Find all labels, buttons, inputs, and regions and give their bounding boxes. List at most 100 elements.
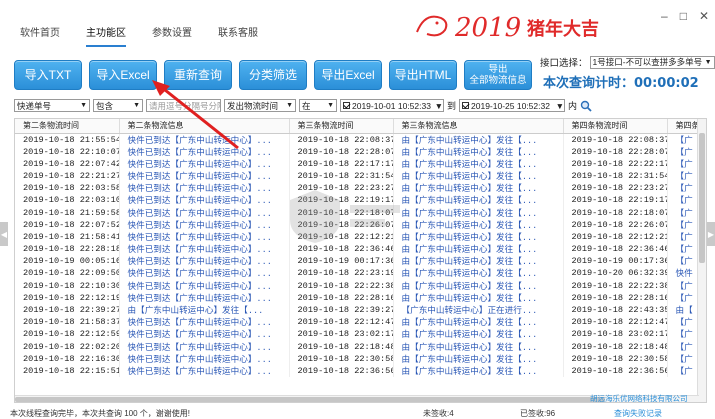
table-row[interactable]: 2019-10-18 22:16:30 快件已到达【广东中山转运中心】... 201… bbox=[15, 352, 706, 365]
maximize-button[interactable]: □ bbox=[680, 10, 687, 22]
table-cell: 快件已到达【广东中山转运中心】... bbox=[119, 352, 290, 365]
table-cell: 由【广东中山转运中心】发往【... bbox=[393, 291, 564, 304]
col-header[interactable]: 第三条物流时间 bbox=[289, 119, 394, 134]
table-row[interactable]: 2019-10-18 22:03:10 快件已到达【广东中山转运中心】... 201… bbox=[15, 194, 706, 207]
table-cell: 快件已到达【广东中山转运中心】... bbox=[119, 145, 290, 158]
chevron-down-icon: ▼ bbox=[286, 102, 293, 109]
table-cell: 由【广东中山转运中心】发往【... bbox=[393, 243, 564, 256]
table-cell: 2019-10-18 22:23:19 bbox=[289, 267, 394, 280]
window-controls: – □ ✕ bbox=[661, 10, 709, 22]
time-operator-select[interactable]: 在 ▼ bbox=[299, 99, 337, 112]
query-timer: 本次查询计时：00:00:02 bbox=[543, 72, 699, 91]
requery-button[interactable]: 重新查询 bbox=[164, 60, 232, 90]
table-cell: 快件已到达【广东中山转运中心】... bbox=[119, 230, 290, 243]
checkbox-icon[interactable] bbox=[462, 102, 470, 109]
table-cell: 2019-10-18 22:39:27 bbox=[15, 303, 120, 317]
table-row[interactable]: 2019-10-18 21:58:41 快件已到达【广东中山转运中心】... 201… bbox=[15, 230, 706, 243]
table-cell: 由【广东中山转运中心】发往【... bbox=[393, 182, 564, 195]
date-from-picker[interactable]: 2019-10-01 10:52:33 ▼ bbox=[340, 99, 444, 112]
col-header[interactable]: 第四条物流时间 bbox=[563, 119, 668, 134]
minimize-button[interactable]: – bbox=[661, 10, 668, 22]
table-row[interactable]: 2019-10-18 22:12:19 快件已到达【广东中山转运中心】... 201… bbox=[15, 291, 706, 304]
table-cell: 2019-10-18 22:16:30 bbox=[15, 352, 120, 365]
table-cell: 2019-10-18 22:12:21 bbox=[563, 230, 668, 243]
operator-select[interactable]: 包含 ▼ bbox=[93, 99, 143, 112]
table-row[interactable]: 2019-10-18 22:02:20 快件已到达【广东中山转运中心】... 201… bbox=[15, 340, 706, 353]
table-cell: 快件已到达【广东中山转运中心】... bbox=[119, 291, 290, 304]
table-row[interactable]: 2019-10-18 22:09:50 快件已到达【广东中山转运中心】... 201… bbox=[15, 267, 706, 280]
nav-support[interactable]: 联系客服 bbox=[218, 24, 258, 47]
collapse-right-arrow-icon[interactable]: ▶ bbox=[707, 222, 715, 246]
import-excel-button[interactable]: 导入Excel bbox=[89, 60, 157, 90]
field-select[interactable]: 快递单号 ▼ bbox=[14, 99, 90, 112]
time-field-select[interactable]: 发出物流时间 ▼ bbox=[224, 99, 296, 112]
nav-main-functions[interactable]: 主功能区 bbox=[86, 24, 126, 47]
table-row[interactable]: 2019-10-18 21:55:54 快件已到达【广东中山转运中心】... 201… bbox=[15, 133, 706, 146]
table-cell: 2019-10-18 22:30:58 bbox=[563, 352, 668, 365]
export-excel-button[interactable]: 导出Excel bbox=[314, 60, 382, 90]
table-cell: 2019-10-19 00:17:36 bbox=[289, 255, 394, 268]
import-txt-button[interactable]: 导入TXT bbox=[14, 60, 82, 90]
svg-text:2019: 2019 bbox=[454, 13, 521, 43]
vertical-scrollbar[interactable] bbox=[697, 119, 706, 402]
export-html-button[interactable]: 导出HTML bbox=[389, 60, 457, 90]
scroll-thumb[interactable] bbox=[15, 397, 605, 402]
chevron-down-icon: ▼ bbox=[555, 100, 565, 111]
table-row[interactable]: 2019-10-18 22:10:07 快件已到达【广东中山转运中心】... 201… bbox=[15, 145, 706, 158]
table-cell: 由【广东中山转运中心】发往【... bbox=[393, 206, 564, 219]
table-row[interactable]: 2019-10-18 22:39:27 由【广东中山转运中心】发往【... 2019… bbox=[15, 303, 706, 317]
col-header[interactable]: 第三条物流信息 bbox=[393, 119, 564, 134]
checkbox-icon[interactable] bbox=[343, 102, 350, 109]
failed-records-link[interactable]: 查询失败记录 bbox=[614, 408, 662, 419]
table-row[interactable]: 2019-10-19 00:05:16 快件已到达【广东中山转运中心】... 201… bbox=[15, 255, 706, 268]
table-header-row: 第二条物流时间 第二条物流信息 第三条物流时间 第三条物流信息 第四条物流时间 … bbox=[15, 119, 706, 134]
collapse-left-arrow-icon[interactable]: ◀ bbox=[0, 222, 8, 246]
table-cell: 2019-10-18 22:08:37 bbox=[289, 133, 394, 146]
table-cell: 由【广东中山转运中心】发往【... bbox=[393, 267, 564, 280]
search-icon[interactable] bbox=[580, 100, 592, 112]
table-row[interactable]: 2019-10-18 22:15:51 快件已到达【广东中山转运中心】... 201… bbox=[15, 364, 706, 378]
keyword-input[interactable]: 请用逗号分隔号分隔 bbox=[146, 99, 221, 112]
table-row[interactable]: 2019-10-18 21:59:58 快件已到达【广东中山转运中心】... 201… bbox=[15, 206, 706, 219]
table-cell: 2019-10-18 22:09:50 bbox=[15, 267, 120, 280]
table-row[interactable]: 2019-10-18 22:21:27 快件已到达【广东中山转运中心】... 201… bbox=[15, 169, 706, 183]
table-row[interactable]: 2019-10-18 22:28:18 快件已到达【广东中山转运中心】... 201… bbox=[15, 243, 706, 256]
table-cell: 2019-10-18 22:36:56 bbox=[563, 364, 668, 378]
company-text: 胡远海乐优网络科技有限公司 bbox=[590, 394, 688, 403]
table-cell: 快件已到达【广东中山转运中心】... bbox=[119, 218, 290, 231]
table-row[interactable]: 2019-10-18 22:03:58 快件已到达【广东中山转运中心】... 201… bbox=[15, 182, 706, 195]
col-header[interactable]: 第二条物流信息 bbox=[119, 119, 290, 134]
table-cell: 快件已到达【广东中山转运中心】... bbox=[119, 279, 290, 292]
table-row[interactable]: 2019-10-18 21:58:37 快件已到达【广东中山转运中心】... 201… bbox=[15, 316, 706, 329]
date-to-picker[interactable]: 2019-10-25 10:52:32 ▼ bbox=[459, 99, 566, 112]
table-row[interactable]: 2019-10-18 22:07:52 快件已到达【广东中山转运中心】... 201… bbox=[15, 218, 706, 231]
table-row[interactable]: 2019-10-18 22:12:59 快件已到达【广东中山转运中心】... 201… bbox=[15, 328, 706, 341]
new-year-logo: 2019 猪年大吉 bbox=[416, 13, 599, 43]
nav-settings[interactable]: 参数设置 bbox=[152, 24, 192, 47]
table-cell: 2019-10-18 22:10:30 bbox=[15, 279, 120, 292]
table-cell: 由【广东中山转运中心】发往【... bbox=[393, 352, 564, 365]
scroll-thumb[interactable] bbox=[699, 133, 705, 263]
table-cell: 由【广东中山转运中心】发往【... bbox=[393, 230, 564, 243]
table-cell: 快件已到达【广东中山转运中心】... bbox=[119, 267, 290, 280]
interface-dropdown[interactable]: 1号接口-不可以查拼多多单号 ▼ bbox=[589, 55, 715, 69]
close-button[interactable]: ✕ bbox=[699, 10, 709, 22]
table-cell: 快件已到达【广东中山转运中心】... bbox=[119, 316, 290, 329]
table-cell: 由【广东中山转运中心】发往【... bbox=[393, 157, 564, 170]
chevron-down-icon: ▼ bbox=[133, 102, 140, 109]
col-header[interactable]: 第二条物流时间 bbox=[15, 119, 120, 134]
table-cell: 2019-10-18 22:30:58 bbox=[289, 352, 394, 365]
category-filter-button[interactable]: 分类筛选 bbox=[239, 60, 307, 90]
export-all-button[interactable]: 导出 全部物流信息 bbox=[464, 60, 532, 90]
table-cell: 2019-10-18 22:28:07 bbox=[563, 145, 668, 158]
table-cell: 快件已到达【广东中山转运中心】... bbox=[119, 340, 290, 353]
table-cell: 2019-10-18 22:03:10 bbox=[15, 194, 120, 207]
table-row[interactable]: 2019-10-18 22:07:42 快件已到达【广东中山转运中心】... 201… bbox=[15, 157, 706, 170]
table-cell: 快件已到达【广东中山转运中心】... bbox=[119, 169, 290, 183]
table-row[interactable]: 2019-10-18 22:10:30 快件已到达【广东中山转运中心】... 201… bbox=[15, 279, 706, 292]
timer-label: 本次查询计时： bbox=[543, 76, 635, 91]
nav-home[interactable]: 软件首页 bbox=[20, 24, 60, 47]
export-all-line2: 全部物流信息 bbox=[469, 75, 527, 86]
chevron-down-icon: ▼ bbox=[434, 100, 443, 111]
filter-row: 快递单号 ▼ 包含 ▼ 请用逗号分隔号分隔 发出物流时间 ▼ 在 ▼ 2019-… bbox=[14, 99, 592, 112]
